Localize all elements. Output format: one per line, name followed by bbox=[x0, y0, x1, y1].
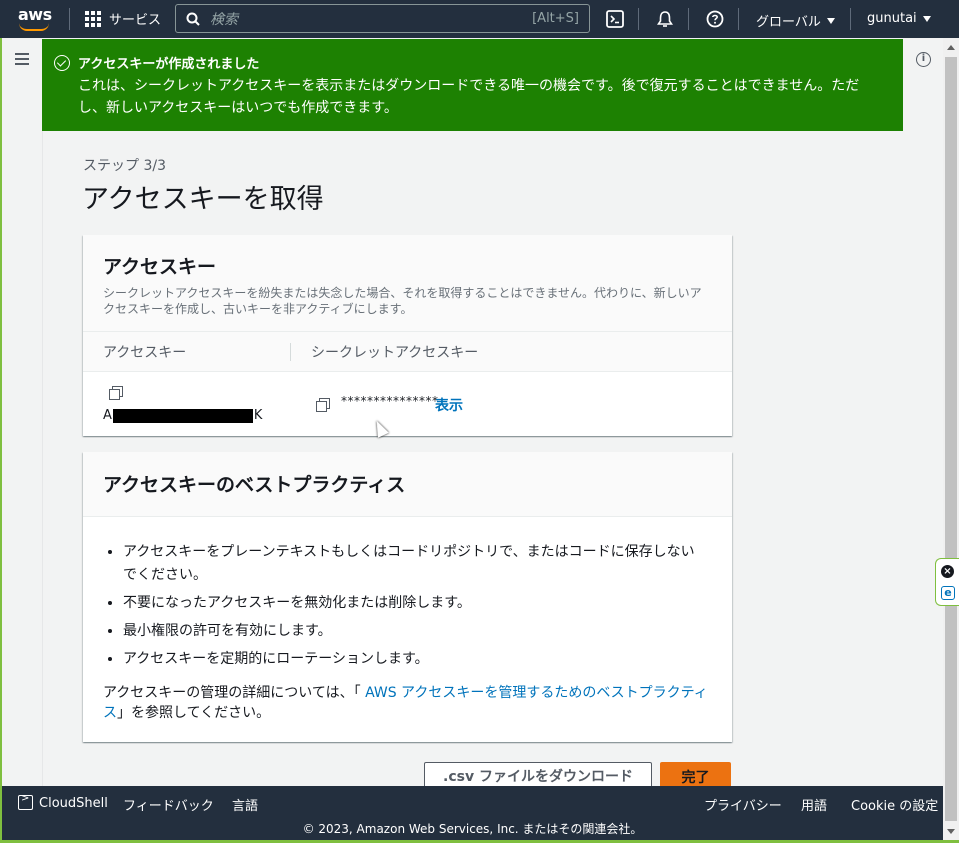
access-key-description: シークレットアクセスキーを紛失または失念した場合、それを取得することはできません… bbox=[103, 286, 702, 316]
cloudshell-footer-link[interactable]: CloudShell bbox=[18, 793, 108, 811]
region-label: グローバル bbox=[756, 15, 821, 30]
caret-down-icon bbox=[826, 17, 835, 24]
access-key-card: アクセスキー シークレットアクセスキーを紛失または失念した場合、それを取得するこ… bbox=[83, 235, 732, 436]
language-link[interactable]: 言語 bbox=[232, 795, 258, 814]
nav-divider bbox=[688, 8, 689, 30]
aws-logo[interactable]: aws bbox=[18, 5, 54, 33]
terms-link[interactable]: 用語 bbox=[801, 795, 827, 814]
access-key-table-header: アクセスキー シークレットアクセスキー bbox=[83, 332, 732, 372]
copy-access-key-icon[interactable] bbox=[109, 386, 123, 400]
redacted-block bbox=[112, 408, 253, 423]
nav-divider bbox=[850, 8, 851, 30]
nav-divider bbox=[69, 8, 70, 30]
show-secret-link[interactable]: 表示 bbox=[435, 395, 463, 415]
access-key-value: A K bbox=[103, 408, 262, 423]
cloudshell-icon[interactable] bbox=[604, 8, 626, 30]
scroll-down-icon[interactable] bbox=[947, 829, 955, 834]
list-item: アクセスキーをプレーンテキストもしくはコードリポジトリで、またはコードに保存しな… bbox=[123, 541, 703, 587]
user-label: gunutai bbox=[867, 11, 917, 26]
column-divider bbox=[290, 343, 291, 361]
bell-icon[interactable] bbox=[654, 8, 676, 30]
main-content: ステップ 3/3 アクセスキーを取得 アクセスキー シークレットアクセスキーを紛… bbox=[42, 131, 903, 792]
region-selector[interactable]: グローバル bbox=[756, 11, 835, 30]
search-icon bbox=[186, 12, 200, 26]
note-prefix: アクセスキーの管理の詳細については、「 bbox=[103, 685, 366, 701]
access-key-card-header: アクセスキー シークレットアクセスキーを紛失または失念した場合、それを取得するこ… bbox=[83, 235, 732, 332]
column-access-key: アクセスキー bbox=[103, 344, 187, 361]
column-secret-key: シークレットアクセスキー bbox=[311, 344, 479, 361]
secret-key-masked: *************** bbox=[341, 394, 439, 408]
list-item: 不要になったアクセスキーを無効化または削除します。 bbox=[123, 592, 703, 615]
list-item: アクセスキーを定期的にローテーションします。 bbox=[123, 648, 703, 671]
privacy-link[interactable]: プライバシー bbox=[704, 795, 782, 814]
search-input[interactable]: 検索 [Alt+S] bbox=[175, 4, 590, 33]
flash-message: これは、シークレットアクセスキーを表示またはダウンロードできる唯一の機会です。後… bbox=[78, 78, 860, 116]
access-key-suffix: K bbox=[253, 408, 263, 423]
extension-e-icon[interactable]: e bbox=[941, 586, 955, 600]
close-icon[interactable]: × bbox=[941, 565, 954, 578]
search-shortcut: [Alt+S] bbox=[532, 11, 579, 26]
menu-icon[interactable] bbox=[15, 53, 29, 68]
copy-secret-key-icon[interactable] bbox=[316, 398, 330, 412]
best-practices-header: アクセスキーのベストプラクティス bbox=[83, 452, 732, 517]
access-key-prefix: A bbox=[103, 408, 112, 423]
account-menu[interactable]: gunutai bbox=[867, 11, 931, 26]
list-item: 最小権限の許可を有効にします。 bbox=[123, 620, 703, 643]
feedback-link[interactable]: フィードバック bbox=[123, 795, 214, 814]
page-title: アクセスキーを取得 bbox=[82, 184, 324, 215]
nav-divider bbox=[638, 8, 639, 30]
help-icon[interactable] bbox=[704, 8, 726, 30]
caret-down-icon bbox=[922, 15, 931, 22]
nav-divider bbox=[738, 8, 739, 30]
services-menu-button[interactable]: サービス bbox=[85, 9, 161, 28]
grid-icon bbox=[85, 10, 101, 27]
note-suffix: 」を参照してください。 bbox=[117, 705, 271, 721]
info-icon[interactable]: i bbox=[916, 52, 931, 67]
footer: CloudShell フィードバック 言語 プライバシー 用語 Cookie の… bbox=[2, 786, 943, 840]
scrollbar-thumb[interactable] bbox=[945, 57, 957, 821]
search-placeholder: 検索 bbox=[210, 11, 238, 28]
aws-smile-icon bbox=[19, 23, 49, 31]
best-practices-heading: アクセスキーのベストプラクティス bbox=[103, 474, 406, 496]
scroll-up-icon[interactable] bbox=[947, 45, 955, 50]
best-practices-list: アクセスキーをプレーンテキストもしくはコードリポジトリで、またはコードに保存しな… bbox=[123, 541, 703, 671]
window-frame-left bbox=[0, 38, 2, 843]
success-check-icon bbox=[54, 55, 70, 71]
copyright: © 2023, Amazon Web Services, Inc. またはその関… bbox=[302, 822, 643, 836]
best-practices-note: アクセスキーの管理の詳細については、「 AWS アクセスキーを管理するためのベス… bbox=[103, 683, 712, 723]
aws-logo-text: aws bbox=[18, 5, 52, 24]
extension-widget[interactable]: × e bbox=[935, 558, 959, 606]
cloudshell-label: CloudShell bbox=[39, 796, 108, 811]
page-scrollbar[interactable] bbox=[943, 38, 959, 840]
best-practices-card: アクセスキーのベストプラクティス アクセスキーをプレーンテキストもしくはコードリ… bbox=[83, 452, 732, 742]
access-key-heading: アクセスキー bbox=[103, 256, 217, 278]
flash-title: アクセスキーが作成されました bbox=[78, 57, 260, 72]
top-navigation: aws サービス 検索 [Alt+S] グローバル gunutai bbox=[0, 0, 959, 38]
success-flash-banner: アクセスキーが作成されました これは、シークレットアクセスキーを表示またはダウン… bbox=[42, 39, 903, 131]
cloudshell-icon bbox=[18, 793, 33, 810]
services-label: サービス bbox=[109, 13, 162, 28]
cookie-settings-link[interactable]: Cookie の設定 bbox=[851, 795, 938, 814]
step-indicator: ステップ 3/3 bbox=[83, 158, 166, 174]
